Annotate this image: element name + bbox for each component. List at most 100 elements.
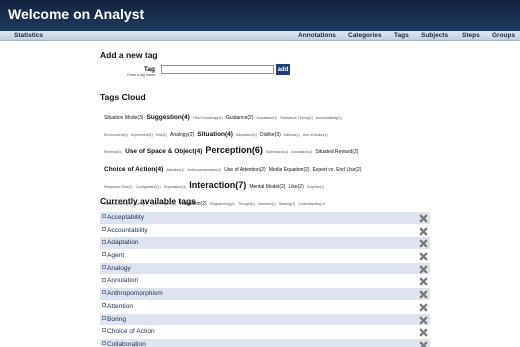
cloud-tag-link[interactable]: Media Equation(2) [269, 167, 310, 173]
tag-row: Annulation [100, 275, 430, 289]
checkbox-icon [102, 328, 106, 333]
delete-x-icon[interactable] [419, 252, 428, 261]
cloud-tag-link[interactable]: Programming(1) [210, 202, 235, 206]
app-header: Welcome on Analyst [0, 0, 520, 31]
cloud-tag-link[interactable]: Expectation(1) [164, 185, 187, 189]
cloud-tag-link[interactable]: Situation Mode(3) [104, 115, 143, 121]
tag-name-link[interactable]: Analogy [107, 265, 131, 272]
add-tag-title: Add a new tag [100, 50, 158, 60]
tag-row: Choice of Action [100, 326, 430, 339]
tag-field-hint: Enter a tag name [127, 73, 155, 77]
tag-row: Anthropomorphism [100, 288, 430, 301]
cloud-tag-link[interactable]: Use of Attention(2) [224, 167, 265, 173]
cloud-tag-link[interactable]: Response Time(1) [104, 185, 133, 189]
delete-x-icon[interactable] [419, 277, 428, 286]
delete-x-icon[interactable] [419, 316, 428, 325]
delete-x-icon[interactable] [419, 328, 428, 337]
cloud-tag-link[interactable]: Interface(1) [258, 202, 276, 206]
checkbox-icon [102, 252, 106, 257]
cloud-tag-link[interactable]: Situated Reward(2) [315, 149, 358, 155]
tag-row: Accountability [100, 224, 430, 238]
cloud-tag-link[interactable]: Surprise(1) [307, 185, 324, 189]
delete-x-icon[interactable] [419, 341, 428, 347]
cloud-tag-link[interactable]: Relevance Theory(1) [280, 116, 313, 120]
delete-x-icon[interactable] [419, 265, 428, 274]
cloud-tag-link[interactable]: Configuration(1) [136, 185, 161, 189]
tag-field-label: Tag [143, 66, 155, 73]
cloud-tag-link[interactable]: Adaptation(1) [236, 133, 257, 137]
cloud-tag-link[interactable]: Accountability(1) [316, 116, 342, 120]
cloud-tag-link[interactable]: Anthropomorphism(1) [187, 168, 221, 172]
cloud-tag-link[interactable]: Guidance(2) [226, 115, 254, 121]
tags-cloud-title: Tags Cloud [100, 92, 146, 102]
cloud-tag-link[interactable]: Annulation(1) [256, 116, 277, 120]
delete-x-icon[interactable] [419, 239, 428, 248]
nav-categories[interactable]: Categories [348, 32, 382, 39]
cloud-line: Reversal(1) Use of Space & Object(4) Perce… [104, 141, 404, 157]
tag-row: Analogy [100, 262, 430, 276]
tag-row: Adaptation [100, 237, 430, 251]
cloud-tag-link[interactable]: Choice of Action(4) [104, 166, 163, 173]
current-tags-title: Currently available tags [100, 196, 196, 206]
cloud-tag-link[interactable]: Use of Action(1) [303, 133, 328, 137]
tag-name-input[interactable] [161, 65, 274, 74]
delete-x-icon[interactable] [419, 227, 428, 236]
cloud-tag-link[interactable]: Use of Space & Object(4) [125, 148, 202, 156]
cloud-tag-link[interactable]: Like(2) [288, 184, 303, 190]
cloud-tag-link[interactable]: Understanding or [298, 202, 325, 206]
checkbox-icon [102, 303, 106, 308]
nav-tags[interactable]: Tags [394, 32, 409, 39]
tag-name-link[interactable]: Boring [107, 316, 126, 323]
cloud-tag-link[interactable]: Interaction(7) [189, 180, 246, 190]
tag-name-link[interactable]: Accountability [107, 227, 148, 234]
tag-name-link[interactable]: Agent [107, 252, 124, 259]
tag-name-link[interactable]: Acceptability [107, 214, 144, 221]
cloud-tag-link[interactable]: Experiment(1) [131, 133, 153, 137]
add-tag-button[interactable]: add [276, 64, 290, 75]
cloud-tag-link[interactable]: Environment(1) [104, 133, 128, 137]
cloud-tag-link[interactable]: Submission(1) [266, 150, 288, 155]
cloud-tag-link[interactable]: Mental Model(2) [249, 184, 285, 190]
nav-statistics[interactable]: Statistics [14, 32, 43, 39]
cloud-tag-link[interactable]: Expert vs. End Use(2) [313, 167, 362, 173]
cloud-tag-link[interactable]: Situation(4) [197, 131, 233, 138]
cloud-tag-link[interactable]: Thought(1) [238, 202, 255, 206]
nav-subjects[interactable]: Subjects [421, 32, 448, 39]
checkbox-icon [102, 277, 106, 282]
checkbox-icon [102, 341, 106, 346]
tag-row: Acceptability [100, 212, 430, 225]
checkbox-icon [102, 239, 106, 244]
tag-row: Attention [100, 300, 430, 314]
cloud-tag-link[interactable]: Field Knowledge(1) [193, 116, 223, 120]
delete-x-icon[interactable] [419, 214, 428, 223]
tag-name-link[interactable]: Adaptation [107, 239, 139, 246]
delete-x-icon[interactable] [419, 290, 428, 299]
tag-name-link[interactable]: Annulation [107, 277, 138, 284]
checkbox-icon [102, 265, 106, 269]
cloud-tag-link[interactable]: Annotation(1) [291, 150, 312, 155]
cloud-tag-link[interactable]: Risk(1) [156, 133, 167, 137]
tag-name-link[interactable]: Choice of Action [107, 328, 155, 335]
cloud-tag-link[interactable]: Perception(6) [205, 145, 263, 155]
nav-bar: Statistics Annotations Categories Tags S… [0, 31, 520, 41]
nav-groups[interactable]: Groups [492, 32, 515, 39]
tag-row: Collaboration [100, 338, 430, 347]
checkbox-icon [102, 315, 106, 320]
checkbox-icon [102, 226, 106, 231]
cloud-tag-link[interactable]: Reversal(1) [104, 150, 122, 155]
tag-name-link[interactable]: Collaboration [107, 341, 146, 347]
cloud-tag-link[interactable]: Dislike(3) [260, 132, 281, 138]
cloud-tag-link[interactable]: Attention(1) [166, 168, 184, 172]
cloud-tag-link[interactable]: Method(1) [284, 133, 300, 137]
tag-name-link[interactable]: Anthropomorphism [107, 290, 163, 297]
delete-x-icon[interactable] [419, 303, 428, 312]
nav-steps[interactable]: Steps [462, 32, 480, 39]
checkbox-icon [102, 290, 106, 295]
app-title: Welcome on Analyst [8, 6, 145, 22]
cloud-tag-link[interactable]: Analogy(2) [170, 132, 194, 138]
tag-name-link[interactable]: Attention [107, 303, 133, 310]
cloud-tag-link[interactable]: Suggestion(4) [146, 114, 189, 121]
nav-annotations[interactable]: Annotations [298, 32, 336, 39]
tag-row: Boring [100, 313, 430, 327]
cloud-tag-link[interactable]: Sharing(1) [279, 202, 295, 206]
